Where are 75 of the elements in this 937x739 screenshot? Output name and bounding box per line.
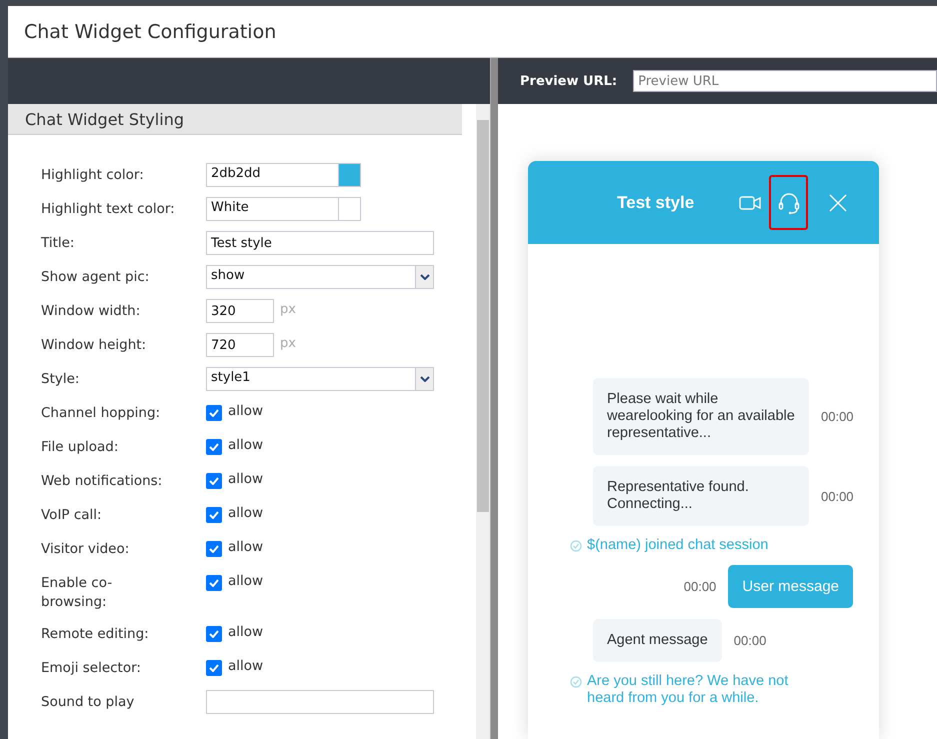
checkbox-label: allow [228,538,264,555]
checkbox[interactable] [206,439,222,455]
user-message: User message [728,565,853,608]
field-label: Title: [41,234,76,253]
page-title: Chat Widget Configuration [24,20,276,42]
check-icon [209,664,219,672]
number-field[interactable]: 720 [206,333,274,357]
check-icon [209,630,219,638]
headset-icon [778,190,800,214]
field-label: Sound to play [41,693,136,712]
color-swatch[interactable] [338,164,360,186]
checkbox-label: allow [228,657,264,674]
checkbox-label: allow [228,504,264,521]
system-message: $(name) joined chat session [587,537,768,554]
checkbox[interactable] [206,507,222,523]
headset-button[interactable] [769,175,808,230]
url-field[interactable]: Preview URL [633,70,937,92]
checkbox-label: allow [228,436,264,453]
system-message: Are you still here? We have not heard from you for a while. [587,673,790,707]
number-field[interactable]: 320 [206,299,274,323]
chevron-down-icon [420,376,430,382]
message-time: 00:00 [821,488,854,504]
field-label: Highlight color: [41,166,145,185]
chevron-down-icon [420,274,430,280]
text-field[interactable]: Test style [206,231,434,255]
color-field[interactable]: 2db2dd [206,163,361,187]
field-label: Channel hopping: [41,404,162,423]
field-label: VoIP call: [41,506,103,525]
checkbox-label: allow [228,572,264,589]
dropdown[interactable]: style1 [206,367,434,391]
message-time: 00:00 [734,633,766,648]
check-icon [209,579,219,587]
checkbox[interactable] [206,626,222,642]
color-field[interactable]: White [206,197,361,221]
agent-message: Representative found. Connecting... [593,466,809,526]
field-label: Window height: [41,336,148,355]
field-label: Emoji selector: [41,659,142,678]
checkbox[interactable] [206,405,222,421]
field-label: Show agent pic: [41,268,150,287]
widget-title: Test style [617,192,696,212]
message-time: 00:00 [821,409,854,424]
field-label: Web notifications: [41,472,164,491]
check-icon [209,443,219,451]
agent-message: Agent message [593,619,722,662]
scrollbar[interactable] [476,104,490,739]
check-icon [209,511,219,519]
check-icon [209,477,219,485]
section-header: Chat Widget Styling [8,104,462,135]
field-label: File upload: [41,438,120,457]
message-time: 00:00 [684,579,716,594]
check-circle-icon [570,676,582,688]
field-label: Style: [41,370,80,389]
close-icon [828,194,846,212]
checkbox[interactable] [206,575,222,591]
checkbox-label: allow [228,470,264,487]
checkbox[interactable] [206,660,222,676]
field-label: Window width: [41,302,142,321]
unit-label: px [280,336,296,351]
text-field[interactable] [206,690,434,714]
checkbox-label: allow [228,623,264,640]
field-label: Visitor video: [41,540,130,559]
field-label: Remote editing: [41,625,150,644]
checkbox-label: allow [228,402,264,419]
check-icon [209,545,219,553]
video-camera-icon [738,196,760,210]
agent-message: Please wait while wearelooking for an available representative... [593,378,809,455]
check-circle-icon [570,540,582,552]
dropdown[interactable]: show [206,265,434,289]
field-label: Preview URL: [520,74,618,88]
checkbox[interactable] [206,473,222,489]
check-icon [209,409,219,417]
field-label: Highlight text color: [41,200,176,219]
field-label: Enable co-browsing: [41,574,114,612]
checkbox[interactable] [206,541,222,557]
unit-label: px [280,302,296,317]
